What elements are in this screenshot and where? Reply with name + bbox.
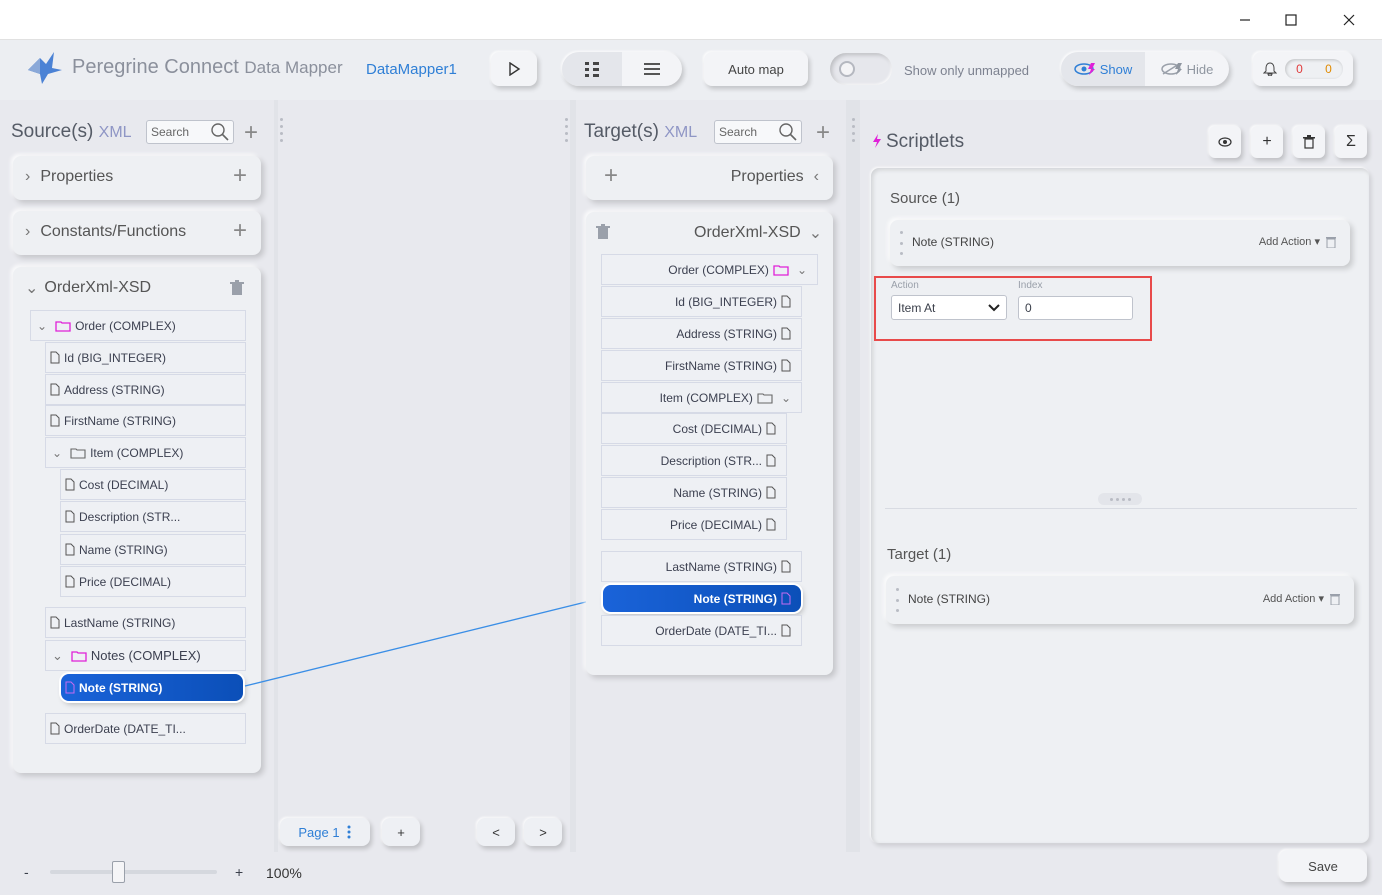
target-row-note-selected[interactable]: Note (STRING)	[603, 585, 801, 612]
target-row-lastname[interactable]: LastName (STRING)	[601, 551, 802, 582]
zoom-slider-thumb[interactable]	[112, 861, 126, 883]
file-icon	[766, 454, 776, 467]
section-divider	[885, 508, 1357, 509]
target-panel-grip[interactable]	[563, 118, 569, 142]
target-row-price[interactable]: Price (DECIMAL)	[601, 509, 787, 540]
target-row-address[interactable]: Address (STRING)	[601, 318, 802, 349]
preview-scriptlet-button[interactable]	[1209, 126, 1241, 158]
target-field-card[interactable]: Note (STRING) Add Action ▾	[886, 576, 1354, 624]
file-icon	[781, 592, 791, 605]
trash-icon[interactable]	[596, 224, 610, 240]
folder-icon	[773, 264, 789, 276]
target-row-id[interactable]: Id (BIG_INTEGER)	[601, 286, 802, 317]
target-row-name[interactable]: Name (STRING)	[601, 477, 787, 508]
trash-icon	[1303, 135, 1315, 149]
file-icon	[766, 422, 776, 435]
target-add-action-button[interactable]: Add Action ▾	[1263, 592, 1324, 605]
add-target-button[interactable]: +	[816, 119, 830, 147]
target-properties-label: Properties	[730, 168, 804, 185]
target-row-order[interactable]: Order (COMPLEX) ⌄	[601, 254, 818, 285]
file-icon	[781, 359, 791, 372]
add-property-button[interactable]: +	[604, 162, 618, 190]
folder-icon	[757, 392, 773, 404]
target-search-input[interactable]: Search	[714, 120, 802, 144]
next-page-button[interactable]: >	[524, 818, 562, 846]
chevron-down-icon: ⌄	[796, 262, 807, 277]
section-resize-handle[interactable]	[1098, 493, 1142, 505]
add-scriptlet-button[interactable]: +	[1251, 126, 1283, 158]
target-panel-title: Target(s) XML	[584, 121, 698, 142]
trash-icon[interactable]	[1330, 593, 1340, 605]
target-document-header[interactable]: OrderXml-XSD ⌄	[694, 223, 822, 243]
eye-icon	[1218, 137, 1232, 147]
lightning-icon	[873, 134, 881, 148]
sigma-function-button[interactable]: Σ	[1335, 126, 1367, 158]
file-icon	[781, 295, 791, 308]
prev-page-button[interactable]: <	[477, 818, 515, 846]
chevron-down-icon: ⌄	[808, 225, 823, 242]
chevron-down-icon: ⌄	[780, 390, 791, 405]
target-row-firstname[interactable]: FirstName (STRING)	[601, 350, 802, 381]
more-icon	[347, 825, 351, 839]
source-section-header: Source (1)	[890, 190, 961, 207]
search-icon	[779, 123, 797, 141]
target-field-label: Note (STRING)	[908, 592, 991, 606]
target-row-item[interactable]: Item (COMPLEX) ⌄	[601, 382, 802, 413]
file-icon	[781, 624, 791, 637]
zoom-out-button[interactable]: -	[24, 864, 29, 880]
scriptlets-panel-grip[interactable]	[850, 118, 856, 142]
scriptlets-panel	[871, 168, 1369, 843]
zoom-in-button[interactable]: +	[235, 864, 243, 880]
file-icon	[766, 486, 776, 499]
scriptlets-title: Scriptlets	[886, 131, 965, 152]
file-icon	[781, 327, 791, 340]
zoom-slider-track[interactable]	[50, 870, 217, 874]
save-button[interactable]: Save	[1279, 850, 1367, 882]
target-row-cost[interactable]: Cost (DECIMAL)	[601, 413, 787, 444]
file-icon	[781, 560, 791, 573]
source-field-card[interactable]: Note (STRING) Add Action ▾	[890, 220, 1350, 266]
target-section-header: Target (1)	[887, 546, 952, 563]
source-field-label: Note (STRING)	[912, 235, 995, 249]
add-page-button[interactable]: +	[382, 818, 420, 846]
delete-scriptlet-button[interactable]	[1293, 126, 1325, 158]
target-row-orderdate[interactable]: OrderDate (DATE_TI...	[601, 615, 802, 646]
chevron-down-icon	[988, 303, 1000, 311]
target-row-description[interactable]: Description (STR...	[601, 445, 787, 476]
chevron-left-icon: ‹	[813, 168, 819, 185]
trash-icon[interactable]	[1326, 236, 1336, 248]
target-properties-card[interactable]: + Properties ‹	[586, 156, 833, 200]
file-icon	[766, 518, 776, 531]
source-add-action-button[interactable]: Add Action ▾	[1259, 235, 1320, 248]
action-label: Action	[891, 280, 919, 291]
action-select[interactable]: Item At	[891, 295, 1007, 320]
zoom-level: 100%	[266, 865, 302, 881]
index-input[interactable]: 0	[1018, 296, 1133, 320]
page-tab[interactable]: Page 1	[280, 818, 370, 846]
index-label: Index	[1018, 280, 1043, 291]
